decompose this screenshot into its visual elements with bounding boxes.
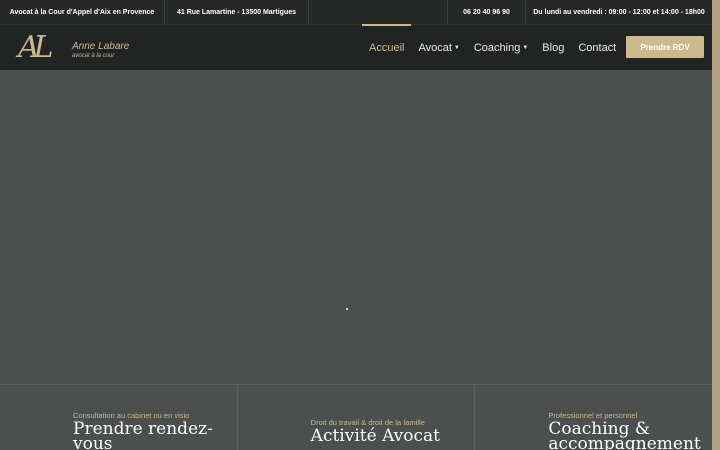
card-coaching[interactable]: Professionnel et personnel Coaching & ac… (475, 385, 712, 450)
logo-subtitle: avocat à la cour (72, 53, 115, 59)
logo-name: Anne Labare (72, 41, 130, 52)
caret-down-icon: ▼ (522, 45, 529, 51)
loading-indicator (346, 308, 348, 310)
feature-cards: Consultation au cabinet ou en visio Pren… (0, 384, 712, 450)
logo-monogram: AL (18, 30, 54, 65)
hero-section (0, 70, 712, 384)
nav-item-coaching[interactable]: Coaching ▼ (467, 25, 535, 71)
nav-item-blog[interactable]: Blog (535, 25, 571, 71)
card-appointment[interactable]: Consultation au cabinet ou en visio Pren… (0, 385, 238, 450)
nav-item-avocat[interactable]: Avocat ▼ (411, 25, 466, 71)
nav-item-label: Contact (578, 42, 617, 54)
court-info: Avocat à la Cour d'Appel d'Aix en Proven… (0, 0, 165, 24)
book-appointment-button[interactable]: Prendre RDV (626, 36, 704, 58)
top-info-bar: Avocat à la Cour d'Appel d'Aix en Proven… (0, 0, 712, 24)
nav-item-label: Coaching (473, 42, 521, 54)
main-nav: Accueil Avocat ▼ Coaching ▼ Blog Contact (362, 24, 623, 71)
address-info[interactable]: 41 Rue Lamartine - 13500 Martigues (165, 0, 309, 24)
card-lawyer-activity[interactable]: Droit du travail & droit de la famille A… (238, 385, 476, 450)
card-title: Coaching & accompagnement (548, 419, 701, 450)
opening-hours: Du lundi au vendredi : 09:00 - 12:00 et … (533, 8, 705, 16)
nav-item-label: Accueil (369, 42, 405, 54)
site-logo[interactable]: AL Anne Labare avocat à la cour (18, 30, 148, 66)
card-title: Activité Avocat (310, 426, 440, 446)
nav-item-label: Blog (542, 42, 565, 54)
page-scrollbar[interactable] (712, 0, 720, 450)
nav-item-accueil[interactable]: Accueil (362, 24, 412, 71)
card-title: Prendre rendez-vous (73, 419, 213, 450)
nav-item-label: Avocat (418, 42, 452, 54)
phone-link[interactable]: 06 20 40 96 90 (448, 0, 526, 24)
nav-item-contact[interactable]: Contact (571, 25, 623, 71)
topbar-spacer (309, 0, 448, 24)
site-header: AL Anne Labare avocat à la cour Accueil … (0, 24, 712, 70)
caret-down-icon: ▼ (453, 45, 460, 51)
